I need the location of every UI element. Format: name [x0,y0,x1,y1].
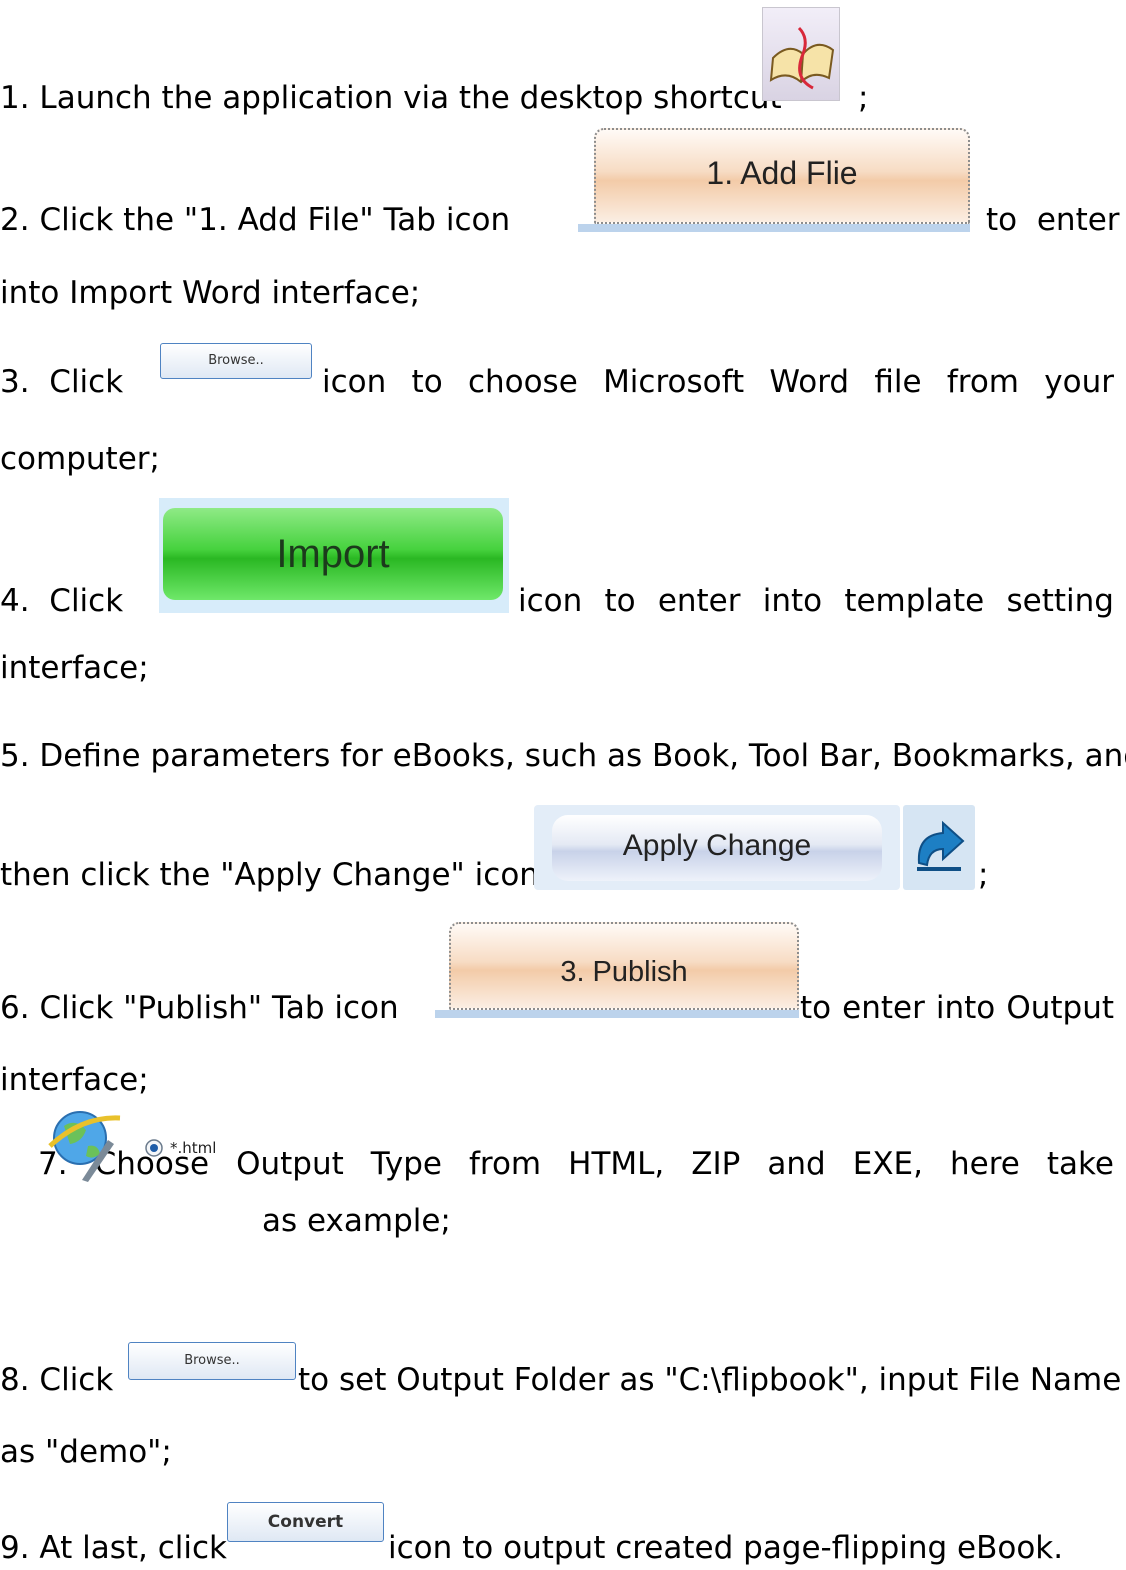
step-2-pre: 2. Click the "1. Add File" Tab icon [0,202,511,238]
globe-icon [42,1096,132,1184]
add-file-tab-label: 1. Add Flie [594,128,970,224]
step-9-pre: 9. At last, click [0,1530,227,1566]
step-8-post: to set Output Folder as "C:\flipbook", i… [298,1362,1122,1398]
output-browse-button[interactable]: Browse.. [128,1342,296,1380]
import-label: Import [163,508,503,600]
publish-tab-button[interactable]: 3. Publish [435,922,799,1020]
html-radio-button[interactable] [144,1138,164,1158]
apply-refresh-icon[interactable] [903,805,975,890]
step-3-pre: 3. Click [0,364,124,400]
step-5-end: ; [978,857,989,893]
step-1-line: 1. Launch the application via the deskto… [0,80,782,116]
import-button[interactable]: Import [159,498,509,613]
step-4-pre: 4. Click [0,583,124,619]
step-9-post: icon to output created page-flipping eBo… [388,1530,1064,1566]
browse-button[interactable]: Browse.. [160,343,312,379]
step-3-post: icon to choose Microsoft Word file from your [322,364,1114,400]
step-3-cont: computer; [0,441,160,477]
step-1-end: ; [858,80,869,116]
step-4-post: icon to enter into template setting [518,583,1114,619]
step-2-post: to enter [986,202,1120,238]
step-1-text: 1. Launch the application via the deskto… [0,80,782,116]
step-8-cont: as "demo"; [0,1434,172,1470]
step-7-end: as example; [262,1203,451,1239]
step-4-cont: interface; [0,650,149,686]
step-2-cont: into Import Word interface; [0,275,421,311]
convert-button[interactable]: Convert [227,1502,384,1542]
step-2-line: 2. Click the "1. Add File" Tab icon [0,202,510,238]
step-6-cont: interface; [0,1062,149,1098]
step-6-pre: 6. Click "Publish" Tab icon [0,990,399,1026]
book-shortcut-icon[interactable] [762,7,840,101]
step-5-pre: then click the "Apply Change" icon [0,857,539,893]
step-8-pre: 8. Click [0,1362,114,1398]
apply-change-button[interactable]: Apply Change [534,805,900,890]
step-6-post: to enter into Output [800,990,1114,1026]
step-5-line-1: 5. Define parameters for eBooks, such as… [0,738,1126,774]
html-option-label: *.html [170,1139,217,1157]
add-file-tab-button[interactable]: 1. Add Flie [578,128,970,236]
publish-tab-label: 3. Publish [449,922,799,1010]
apply-change-label: Apply Change [552,815,882,881]
